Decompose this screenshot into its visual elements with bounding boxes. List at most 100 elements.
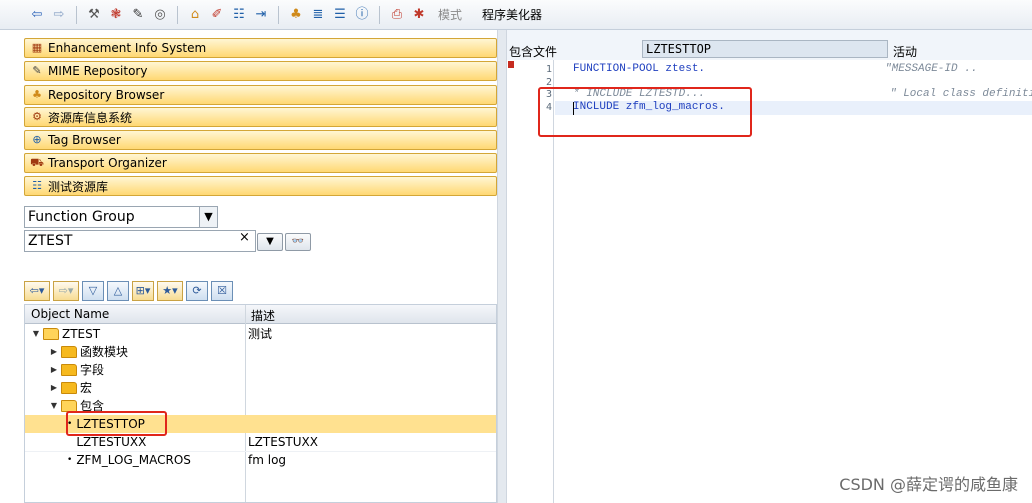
separator [379,5,380,24]
folder-icon [61,364,77,376]
repository-icon: ♣ [32,88,42,101]
folder-open-icon [43,328,59,340]
tree-node-desc: LZTESTUXX [248,435,318,449]
application-toolbar: ⇦ ⇨ ⚒ ❃ ✎ ◎ ⌂ ✐ ☷ ⇥ ♣ ≣ ☰ ⓘ ⎙ ✱ 模式 程序美化器 [0,0,1032,30]
tree-row-ztest[interactable]: ▼ ZTEST 测试 [25,325,496,343]
highlight-box-tree [66,411,167,436]
tree-header: Object Name 描述 [25,305,496,324]
col-object-name[interactable]: Object Name [31,307,109,321]
collapse-all-icon[interactable]: △ [107,281,129,301]
refresh-icon[interactable]: ⟳ [186,281,208,301]
include-label: 包含文件 [509,45,558,59]
nav-label: MIME Repository [48,64,148,78]
mode-button[interactable]: 模式 [438,6,462,23]
folder-icon [61,346,77,358]
nav-label: Enhancement Info System [48,41,207,55]
check-icon[interactable]: ⚒ [85,6,103,24]
tree-row-fields[interactable]: ▶ 字段 [25,361,496,379]
nav-tag-browser[interactable]: ⊕ Tag Browser [24,130,497,150]
panel-splitter[interactable] [497,30,507,503]
tree-row-zfm-log-macros[interactable]: • ZFM_LOG_MACROS fm log [25,451,496,469]
nav-label: 测试资源库 [48,179,109,194]
list-icon[interactable]: ≣ [309,6,327,24]
text-icon[interactable]: ☰ [331,6,349,24]
code-line[interactable]: FUNCTION-POOL ztest. [573,63,705,75]
forward-icon[interactable]: ⇨ [50,6,68,24]
nav-label: Transport Organizer [48,156,167,170]
next-object-icon[interactable]: ⇨▾ [53,281,79,301]
navigate-icon[interactable]: ⇥ [252,6,270,24]
separator [76,5,77,24]
glasses-display-icon[interactable]: 👓 [285,233,311,251]
where-used-icon[interactable]: ◎ [151,6,169,24]
nav-test-repository[interactable]: ☷ 测试资源库 [24,176,497,196]
pretty-printer-button[interactable]: 程序美化器 [482,6,542,23]
transport-icon: ⛟ [30,156,44,169]
folder-icon [61,382,77,394]
favorites-icon[interactable]: ★▾ [157,281,183,301]
nav-label: Repository Browser [48,88,165,102]
highlight-box-code [538,87,752,137]
tree-icon[interactable]: ♣ [287,6,305,24]
expand-toggle-icon[interactable]: ▶ [49,343,59,361]
object-list-icon[interactable]: ☷ [230,6,248,24]
tree-node-desc: 测试 [248,327,273,341]
test-repository-icon: ☷ [32,179,42,192]
tree-row-macros[interactable]: ▶ 宏 [25,379,496,397]
object-type-dropdown[interactable]: Function Group ▼ [24,206,218,228]
tree-node-label: ZTEST [62,327,101,341]
expand-all-icon[interactable]: ▽ [82,281,104,301]
tag-icon: ⊕ [32,133,42,146]
display-change-icon[interactable]: ✎ [129,6,147,24]
tree-node-label: 函数模块 [80,345,129,359]
collapse-toggle-icon[interactable]: ▼ [31,325,41,343]
hierarchy-icon[interactable]: ⌂ [186,6,204,24]
code-comment: "MESSAGE-ID .. [885,63,978,75]
tree-toolbar: ⇦▾ ⇨▾ ▽ △ ⊞▾ ★▾ ⟳ ☒ [24,281,236,301]
separator [278,5,279,24]
nav-label: 资源库信息系统 [48,110,133,125]
nav-mime-repository[interactable]: ✎ MIME Repository [24,61,497,81]
nav-label: Tag Browser [48,133,121,147]
close-tree-icon[interactable]: ☒ [211,281,233,301]
separator [177,5,178,24]
leaf-bullet-icon: • [67,455,73,465]
enhancement-icon: ▦ [31,41,43,54]
tree-node-label: 字段 [80,363,105,377]
object-tree: Object Name 描述 ▼ ZTEST 测试 ▶ 函数模块 ▶ 字段 ▶ … [24,304,497,503]
nav-repository-info-system[interactable]: ⚙ 资源库信息系统 [24,107,497,127]
line-number: 1 [545,64,552,75]
code-comment: " Local class definiti [890,88,1032,100]
status-label: 活动 [893,45,918,59]
object-name-input[interactable]: ZTEST [24,230,256,252]
info-icon[interactable]: ⓘ [353,6,371,24]
nav-transport-organizer[interactable]: ⛟ Transport Organizer [24,153,497,173]
breakpoint-marker-icon [508,61,514,68]
tree-node-label: 宏 [80,381,93,395]
object-name-value: ZTEST [28,233,73,249]
nav-repository-browser[interactable]: ♣ Repository Browser [24,85,497,105]
edit-icon[interactable]: ✐ [208,6,226,24]
debug-icon[interactable]: ✱ [410,6,428,24]
expand-toggle-icon[interactable]: ▶ [49,361,59,379]
tree-node-desc: fm log [248,453,287,467]
nav-enhancement-info-system[interactable]: ▦ Enhancement Info System [24,38,497,58]
tree-node-label: ZFM_LOG_MACROS [76,453,191,467]
collapse-toggle-icon[interactable]: ▼ [49,397,59,415]
activate-icon[interactable]: ❃ [107,6,125,24]
expand-toggle-icon[interactable]: ▶ [49,379,59,397]
previous-object-icon[interactable]: ⇦▾ [24,281,50,301]
object-type-value: Function Group [28,209,135,225]
back-icon[interactable]: ⇦ [28,6,46,24]
clear-icon[interactable]: × [239,230,250,245]
tree-row-function-modules[interactable]: ▶ 函数模块 [25,343,496,361]
mime-icon: ✎ [32,64,42,77]
chevron-down-icon[interactable]: ▼ [199,207,217,227]
print-icon[interactable]: ⎙ [388,6,406,24]
info-system-icon: ⚙ [32,110,42,123]
include-name-field[interactable]: LZTESTTOP [642,40,888,58]
watermark: CSDN @薛定谔的咸鱼康 [839,475,1018,494]
col-description[interactable]: 描述 [251,307,275,324]
create-object-icon[interactable]: ⊞▾ [132,281,154,301]
object-name-dropdown-button[interactable]: ▼ [257,233,283,251]
